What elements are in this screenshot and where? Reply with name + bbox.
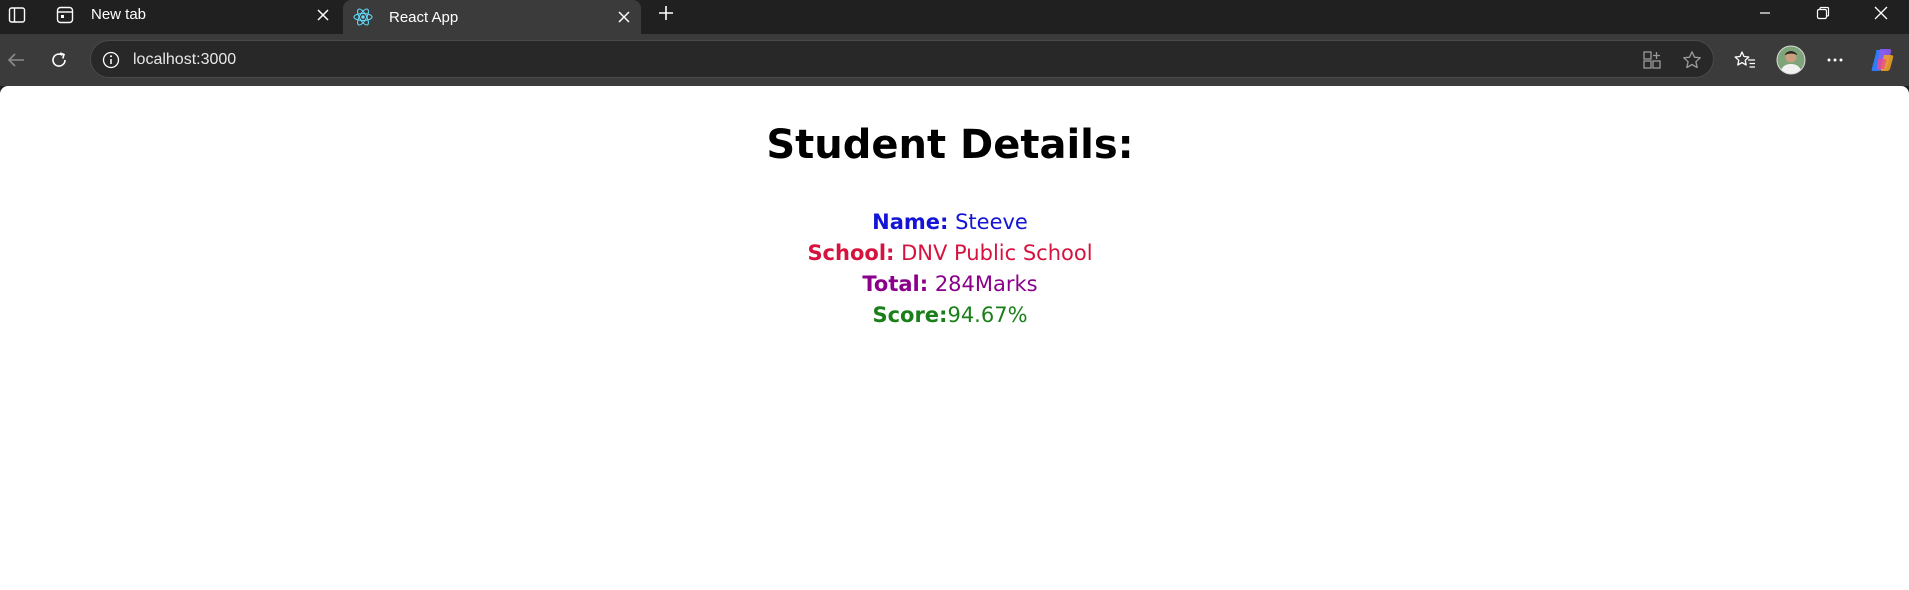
school-label: School: — [807, 241, 895, 265]
detail-row-score: Score:94.67% — [0, 300, 1900, 331]
tab-title: React App — [389, 8, 459, 26]
restore-button[interactable] — [1800, 0, 1846, 26]
tab-title: New tab — [91, 6, 147, 23]
name-value: Steeve — [948, 210, 1028, 234]
school-value: DNV Public School — [894, 241, 1093, 265]
app-available-icon[interactable] — [1641, 49, 1663, 71]
close-icon[interactable] — [613, 6, 635, 28]
arrow-left-icon — [6, 50, 26, 70]
avatar — [1776, 45, 1806, 75]
detail-row-school: School: DNV Public School — [0, 238, 1900, 269]
student-details: Name: Steeve School: DNV Public School T… — [0, 207, 1900, 331]
profile-button[interactable] — [1773, 42, 1809, 78]
address-url[interactable]: localhost:3000 — [133, 50, 236, 70]
more-horizontal-icon — [1825, 50, 1845, 70]
address-bar[interactable]: localhost:3000 — [90, 40, 1714, 78]
refresh-icon — [49, 50, 69, 70]
page-title: Student Details: — [766, 122, 1134, 168]
minimize-button[interactable] — [1742, 0, 1788, 26]
more-menu-button[interactable] — [1819, 44, 1851, 76]
star-icon[interactable] — [1681, 49, 1703, 71]
favorites-button[interactable] — [1729, 44, 1761, 76]
tab-new-tab[interactable]: New tab — [45, 0, 340, 29]
total-value: 284Marks — [928, 272, 1038, 296]
detail-row-name: Name: Steeve — [0, 207, 1900, 238]
copilot-button[interactable] — [1866, 44, 1898, 76]
detail-row-total: Total: 284Marks — [0, 269, 1900, 300]
page-viewport: Student Details: Name: Steeve School: DN… — [0, 86, 1909, 590]
total-label: Total: — [862, 272, 929, 296]
copilot-icon — [1869, 47, 1895, 73]
sidebar-toggle-icon[interactable] — [4, 2, 30, 28]
favorites-icon — [1734, 50, 1756, 70]
close-window-button[interactable] — [1858, 0, 1904, 26]
new-tab-button[interactable] — [652, 0, 680, 26]
browser-toolbar: localhost:3000 — [0, 34, 1909, 86]
reload-button[interactable] — [43, 44, 75, 76]
site-info-icon[interactable] — [101, 50, 121, 70]
tab-react-app[interactable]: React App — [343, 0, 641, 34]
new-tab-page-icon — [55, 5, 75, 25]
score-label: Score: — [872, 303, 948, 327]
score-value: 94.67% — [947, 303, 1028, 327]
close-icon[interactable] — [312, 4, 334, 26]
tab-strip: New tab React App — [0, 0, 1909, 34]
react-logo-icon — [353, 7, 373, 27]
back-button[interactable] — [0, 44, 32, 76]
name-label: Name: — [872, 210, 949, 234]
